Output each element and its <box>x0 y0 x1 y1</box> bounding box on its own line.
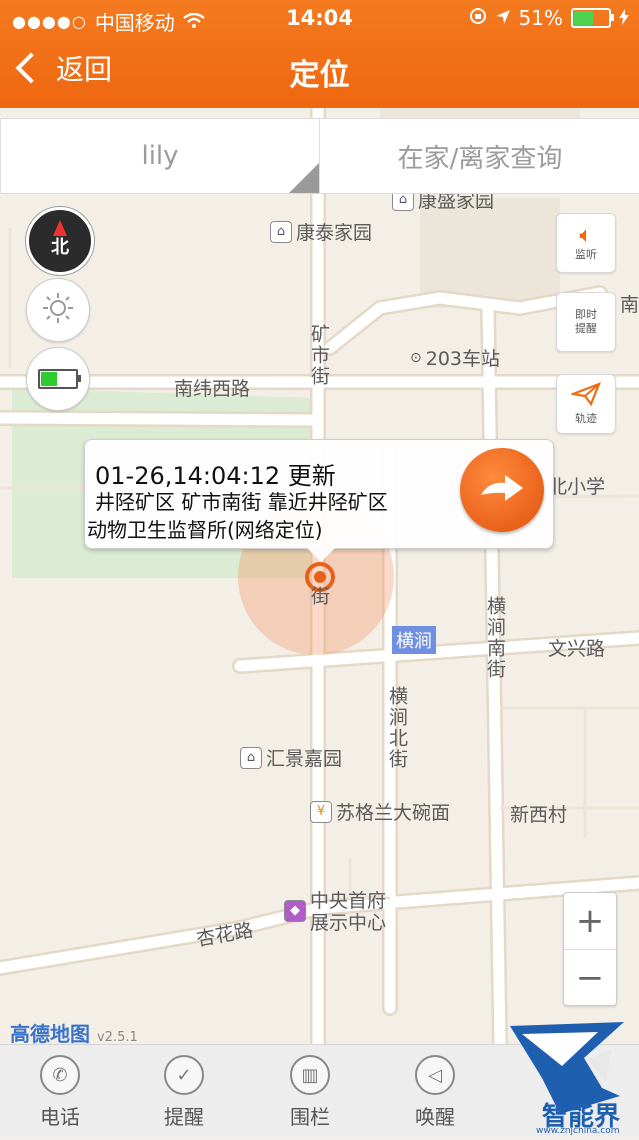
track-label: 轨迹 <box>575 412 597 425</box>
map-brand-version: v2.5.1 <box>96 1030 138 1045</box>
monitor-button[interactable]: 🔈︎ 监听 <box>556 213 616 273</box>
battery-level-icon <box>38 369 81 389</box>
fence-icon: ▥ <box>290 1055 330 1095</box>
status-right: 51% <box>469 6 629 30</box>
poi-label: 汇景嘉园 <box>266 748 343 770</box>
poi-station[interactable]: ⊙ 203车站 <box>410 344 500 371</box>
road-hengjian-north: 横涧北街 <box>386 686 408 770</box>
compass-label: 北 <box>51 237 69 258</box>
tab-wake[interactable]: ◁ 唤醒 <box>390 1055 480 1130</box>
shopping-icon: ◆ <box>284 900 306 922</box>
arrow-right-icon <box>479 471 525 509</box>
speaker-icon: 🔈︎ <box>579 223 593 248</box>
address-line-1: 井陉矿区 矿市南街 靠近井陉矿区 <box>95 490 388 514</box>
tab-label: 唤醒 <box>415 1105 455 1129</box>
map-view[interactable]: ⌂ 康盛家园 ⌂ 康泰家园 矿市街 ⊙ 203车站 南纬西路 南 北小学 街 横涧 横… <box>0 108 639 1044</box>
speaker-icon: ◁ <box>415 1055 455 1095</box>
poi-label: 中央首府 展示中心 <box>310 890 387 934</box>
address-line-2: 动物卫生监督所(网络定位) <box>87 518 323 542</box>
phone-icon: ✆ <box>40 1055 80 1095</box>
battery-icon <box>571 8 614 28</box>
paper-plane-icon <box>568 382 601 412</box>
device-selector[interactable]: lily <box>0 118 320 194</box>
tab-remind[interactable]: ✓ 提醒 <box>139 1055 229 1130</box>
road-nan-edge: 南 <box>620 294 639 316</box>
road-nanwei-west: 南纬西路 <box>174 378 251 400</box>
zoom-in-button[interactable]: + <box>564 893 616 950</box>
location-popup[interactable]: 01-26,14:04:12 更新 井陉矿区 矿市南街 靠近井陉矿区 动物卫生监… <box>84 439 554 562</box>
road-jie: 街 <box>308 586 330 607</box>
charging-icon <box>619 6 629 30</box>
battery-percent: 51% <box>518 6 563 30</box>
watermark-logo: 智能界 www.znjchina.com <box>502 1018 632 1136</box>
rotation-lock-icon <box>469 6 487 30</box>
poi-label: 苏格兰大碗面 <box>336 802 451 824</box>
poi-label: 203车站 <box>425 348 500 370</box>
instant-remind-label: 即时 提醒 <box>575 308 597 335</box>
navigate-button[interactable] <box>460 448 544 532</box>
poi-huijing[interactable]: ⌂ 汇景嘉园 <box>240 744 342 771</box>
sun-icon <box>41 291 75 329</box>
device-name: lily <box>141 141 179 171</box>
compass-button[interactable]: 北 <box>26 207 94 275</box>
area-badge-hengjian: 横涧 <box>392 626 436 654</box>
tab-phone[interactable]: ✆ 电话 <box>15 1055 105 1130</box>
road-wenxing: 文兴路 <box>548 638 606 660</box>
zoom-out-button[interactable]: − <box>564 950 616 1006</box>
dropdown-corner-icon <box>289 163 319 193</box>
tab-label: 电话 <box>40 1105 80 1129</box>
device-battery-button[interactable] <box>26 347 90 411</box>
alarm-icon: ✓ <box>164 1055 204 1095</box>
tab-fence[interactable]: ▥ 围栏 <box>265 1055 355 1130</box>
page-title: 定位 <box>289 58 350 93</box>
location-arrow-icon <box>495 6 511 30</box>
instant-remind-button[interactable]: 即时 提醒 <box>556 292 616 352</box>
road-kuangshi: 矿市街 <box>308 324 330 387</box>
area-xinxicun: 新西村 <box>510 804 568 826</box>
compass-needle-icon <box>53 220 67 236</box>
nav-bar: 返回 定位 <box>0 36 639 108</box>
track-button[interactable]: 轨迹 <box>556 374 616 434</box>
tab-label: 提醒 <box>164 1105 204 1129</box>
poi-zhongyang[interactable]: ◆ 中央首府 展示中心 <box>284 890 386 934</box>
home-query-button[interactable]: 在家/离家查询 <box>319 118 639 194</box>
status-bar: ●●●●○ 中国移动 14:04 51% <box>0 0 639 36</box>
residence-icon: ⌂ <box>270 220 292 243</box>
map-brand-name: 高德地图 <box>10 1022 90 1046</box>
poi-kangtai[interactable]: ⌂ 康泰家园 <box>270 218 372 245</box>
residence-icon: ⌂ <box>240 746 262 769</box>
watermark-url: www.znjchina.com <box>536 1126 620 1136</box>
zoom-control: + − <box>563 892 617 1006</box>
tab-label: 围栏 <box>290 1105 330 1129</box>
poi-label: 康泰家园 <box>296 222 373 244</box>
restaurant-icon: ¥ <box>310 800 332 823</box>
monitor-label: 监听 <box>575 248 597 261</box>
poi-xiaoxue: 北小学 <box>548 476 606 498</box>
brightness-button[interactable] <box>26 278 90 342</box>
map-brand: 高德地图 v2.5.1 <box>10 1018 138 1047</box>
top-bar: ●●●●○ 中国移动 14:04 51% 返回 定位 <box>0 0 639 108</box>
poi-sugelan[interactable]: ¥ 苏格兰大碗面 <box>310 798 450 825</box>
bus-stop-icon: ⊙ <box>410 349 422 366</box>
road-hengjian-south: 横涧南街 <box>484 596 506 680</box>
